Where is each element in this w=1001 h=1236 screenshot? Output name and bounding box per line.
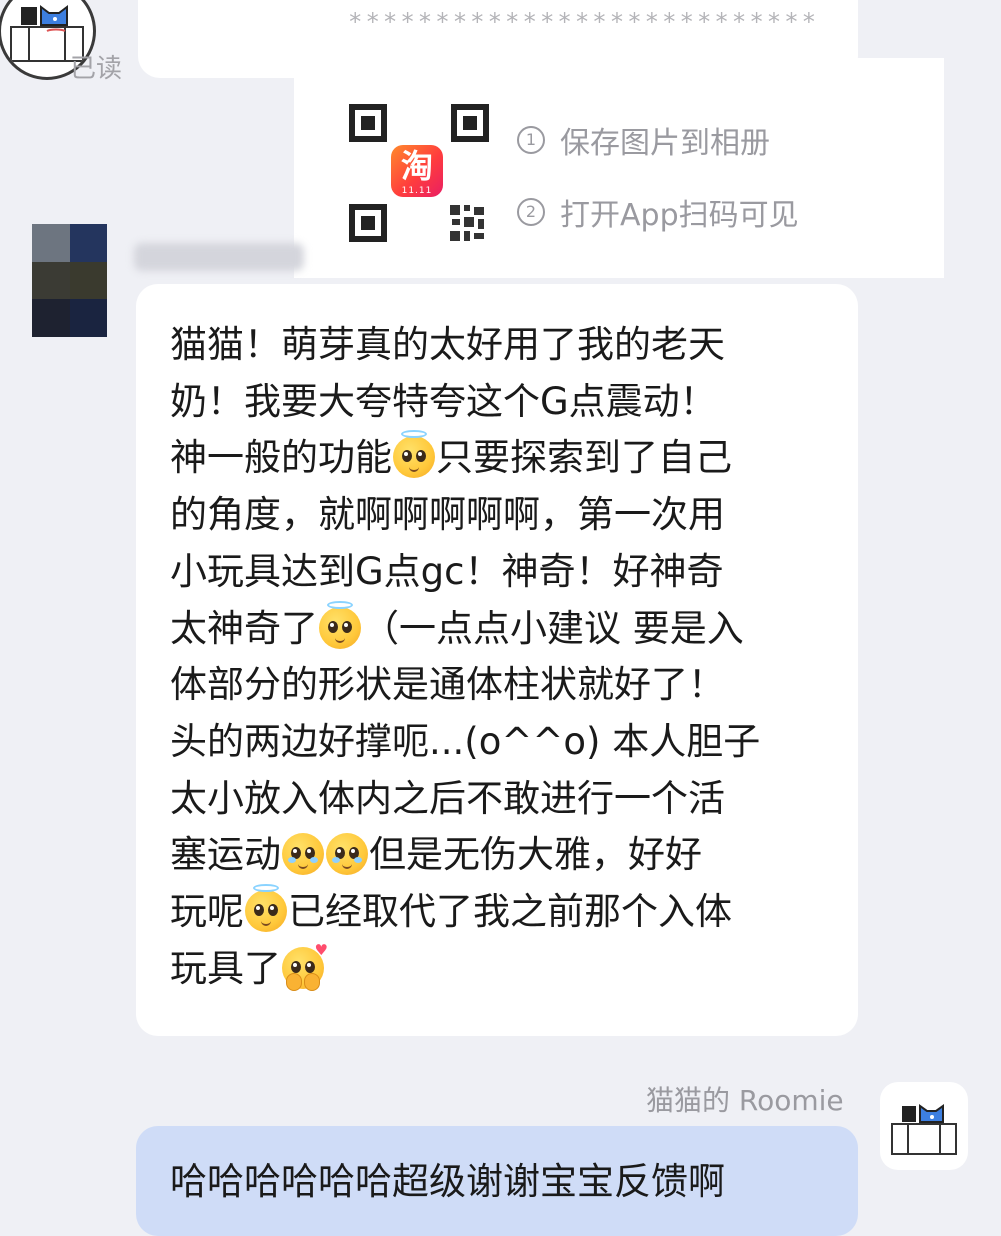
message-line: 奶！我要大夸特夸这个G点震动！ (170, 371, 717, 425)
message-text-segment: 太神奇了 (170, 606, 318, 650)
message-text-segment: 神一般的功能 (170, 436, 392, 480)
masked-text: *************************** (348, 8, 820, 36)
pleading-face-emoji (326, 833, 368, 876)
message-text-segment: 玩具了 (170, 946, 281, 990)
step-2-label: 打开App扫码可见 (560, 198, 799, 233)
message-text-segment: 但是无伤大雅，好好 (369, 833, 702, 877)
step-1-label: 保存图片到相册 (560, 126, 770, 161)
message-text-segment: 已经取代了我之前那个入体 (288, 890, 732, 933)
step-number-2: 2 (517, 198, 545, 226)
angel-face-emoji (393, 430, 435, 479)
message-line: 塞运动 但是无伤大雅，好好 (170, 824, 702, 878)
angel-face-emoji (319, 600, 361, 649)
message-text-segment: 猫猫！萌芽真的太好用了我的老天 (170, 323, 725, 366)
own-display-name: 猫猫的 Roomie (646, 1084, 844, 1117)
own-avatar[interactable] (880, 1082, 968, 1170)
message-line: 体部分的形状是通体柱状就好了！ (170, 654, 725, 708)
message-text-segment: 只要探索到了自己 (436, 436, 732, 480)
share-step-1: 1 保存图片到相册 (517, 118, 770, 162)
message-text-segment: 太小放入体内之后不敢进行一个活 (170, 776, 725, 820)
message-text-segment: 奶！我要大夸特夸这个G点震动！ (170, 379, 717, 423)
message-line: 神一般的功能 只要探索到了自己 (170, 427, 732, 481)
qr-code-icon (450, 205, 484, 241)
angel-face-emoji (245, 884, 287, 932)
message-line: 太小放入体内之后不敢进行一个活 (170, 768, 725, 822)
message-line: 玩呢 已经取代了我之前那个入体 (170, 881, 732, 935)
sender-avatar-blurred[interactable] (32, 224, 107, 337)
message-text-segment: 塞运动 (170, 833, 281, 877)
sender-name-blurred (134, 243, 304, 271)
step-number-1: 1 (517, 126, 545, 154)
read-status: 已读 (70, 54, 123, 84)
message-text-segment: 的角度，就啊啊啊啊啊，第一次用 (170, 493, 725, 537)
message-text-segment: 玩呢 (170, 890, 244, 933)
own-message-text: 哈哈哈哈哈哈超级谢谢宝宝反馈啊 (170, 1160, 725, 1203)
message-line: 的角度，就啊啊啊啊啊，第一次用 (170, 484, 725, 538)
message-text-segment: （一点点小建议 要是入 (362, 606, 744, 650)
message-line: 头的两边好撑呃...(o^^o) 本人胆子 (170, 711, 760, 765)
qr-code-icon (349, 204, 387, 242)
message-line: 小玩具达到G点gc！神奇！好神奇 (170, 541, 724, 595)
message-text-segment: 头的两边好撑呃...(o^^o) 本人胆子 (170, 719, 761, 763)
message-text-segment: 小玩具达到G点gc！神奇！好神奇 (170, 549, 724, 593)
message-line: 太神奇了 （一点点小建议 要是入 (170, 598, 744, 652)
qr-code-icon (349, 104, 387, 142)
taobao-app-logo: 淘 11.11 (391, 145, 443, 197)
cat-computer-icon (891, 1104, 957, 1155)
message-line: 玩具了 ♥ (170, 938, 328, 992)
share-step-2: 2 打开App扫码可见 (517, 190, 799, 234)
message-line: 猫猫！萌芽真的太好用了我的老天 (170, 314, 725, 368)
pleading-face-emoji (282, 833, 324, 876)
blushing-hands-heart-emoji: ♥ (282, 941, 328, 991)
message-text-segment: 体部分的形状是通体柱状就好了！ (170, 663, 725, 707)
qr-code-icon (451, 104, 489, 142)
